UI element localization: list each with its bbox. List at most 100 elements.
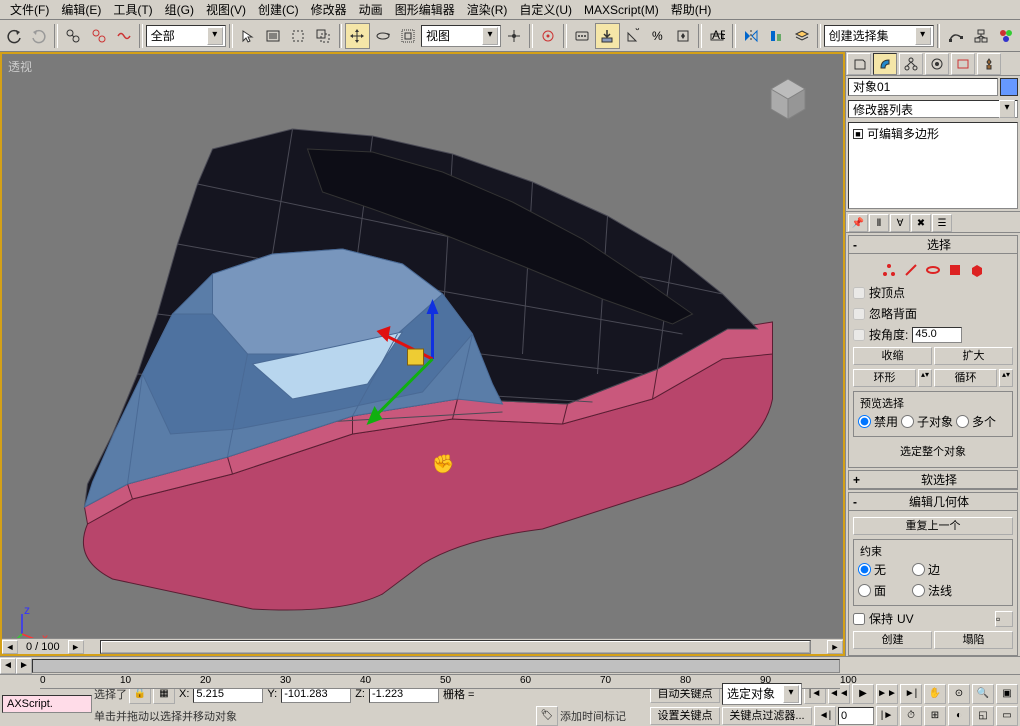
- menu-graph[interactable]: 图形编辑器: [389, 0, 461, 20]
- unlink-button[interactable]: [87, 23, 111, 49]
- display-tab[interactable]: [951, 53, 975, 75]
- menu-create[interactable]: 创建(C): [252, 0, 305, 20]
- border-subobj-icon[interactable]: [925, 262, 941, 278]
- object-color-swatch[interactable]: [1000, 78, 1018, 96]
- remove-modifier-button[interactable]: ✖: [911, 214, 931, 232]
- set-key-button[interactable]: 设置关键点: [650, 707, 720, 725]
- align-button[interactable]: [764, 23, 788, 49]
- create-tab[interactable]: [847, 53, 871, 75]
- nav-pan-button[interactable]: ✋: [924, 684, 946, 704]
- select-move-button[interactable]: [345, 23, 369, 49]
- perspective-viewport[interactable]: 透视: [0, 52, 845, 656]
- constraint-normal-radio[interactable]: [912, 584, 925, 597]
- modify-tab[interactable]: [873, 53, 897, 75]
- time-slider-track[interactable]: [32, 659, 840, 673]
- vertex-subobj-icon[interactable]: [881, 262, 897, 278]
- goto-end-button[interactable]: ►|: [900, 684, 922, 704]
- modifier-list-combo[interactable]: 修改器列表: [848, 100, 1018, 118]
- pin-stack-button[interactable]: 📌: [848, 214, 868, 232]
- hierarchy-tab[interactable]: [899, 53, 923, 75]
- select-scale-button[interactable]: [396, 23, 420, 49]
- edge-subobj-icon[interactable]: [903, 262, 919, 278]
- shrink-button[interactable]: 收缩: [853, 347, 932, 365]
- preview-subobj-radio[interactable]: [901, 415, 914, 428]
- select-rotate-button[interactable]: [371, 23, 395, 49]
- current-frame-input[interactable]: 0: [838, 707, 874, 725]
- preview-multi-radio[interactable]: [956, 415, 969, 428]
- menu-animation[interactable]: 动画: [353, 0, 389, 20]
- menu-tools[interactable]: 工具(T): [107, 0, 158, 20]
- create-button[interactable]: 创建: [853, 631, 932, 649]
- menu-rendering[interactable]: 渲染(R): [461, 0, 514, 20]
- selection-rollout-header[interactable]: -选择: [849, 236, 1017, 254]
- modifier-item-editable-poly[interactable]: ■ 可编辑多边形: [849, 123, 1017, 144]
- nav-fov-button[interactable]: ▣: [996, 684, 1018, 704]
- loop-button[interactable]: 循环: [934, 369, 997, 387]
- material-editor-button[interactable]: [994, 23, 1018, 49]
- polygon-subobj-icon[interactable]: [947, 262, 963, 278]
- menu-file[interactable]: 文件(F): [4, 0, 55, 20]
- make-unique-button[interactable]: ∀: [890, 214, 910, 232]
- time-ruler[interactable]: 0102030405060708090100: [40, 675, 840, 689]
- selection-filter-combo[interactable]: 全部: [146, 25, 226, 47]
- next-key-button[interactable]: |►: [876, 706, 898, 726]
- object-name-field[interactable]: 对象01: [848, 78, 998, 96]
- next-frame-button[interactable]: ►►: [876, 684, 898, 704]
- scroll-left-button[interactable]: ◄: [2, 640, 18, 654]
- scroll-right-button[interactable]: ►: [68, 640, 84, 654]
- menu-maxscript[interactable]: MAXScript(M): [578, 1, 665, 19]
- collapse-button[interactable]: 塌陷: [934, 631, 1013, 649]
- named-selection-button[interactable]: ABC: [705, 23, 729, 49]
- key-target-combo[interactable]: 选定对象: [722, 683, 802, 705]
- nav-zoom-button[interactable]: 🔍: [972, 684, 994, 704]
- preview-disable-radio[interactable]: [858, 415, 871, 428]
- grow-button[interactable]: 扩大: [934, 347, 1013, 365]
- menu-views[interactable]: 视图(V): [200, 0, 252, 20]
- constraint-edge-radio[interactable]: [912, 563, 925, 576]
- named-selection-set-combo[interactable]: 创建选择集: [824, 25, 934, 47]
- utilities-tab[interactable]: [977, 53, 1001, 75]
- coord-system-combo[interactable]: 视图: [421, 25, 501, 47]
- element-subobj-icon[interactable]: [969, 262, 985, 278]
- modifier-stack[interactable]: ■ 可编辑多边形: [848, 122, 1018, 209]
- maxscript-listener[interactable]: AXScript.: [2, 695, 92, 713]
- schematic-view-button[interactable]: [969, 23, 993, 49]
- keyboard-shortcut-button[interactable]: [570, 23, 594, 49]
- undo-button[interactable]: [2, 23, 26, 49]
- percent-snap-button[interactable]: %: [646, 23, 670, 49]
- menu-edit[interactable]: 编辑(E): [55, 0, 107, 20]
- nav-maximize-button[interactable]: ◱: [972, 706, 994, 726]
- snap-toggle-button[interactable]: [595, 23, 619, 49]
- bind-spacewarp-button[interactable]: [112, 23, 136, 49]
- angle-snap-button[interactable]: °: [621, 23, 645, 49]
- nav-arc-button[interactable]: ⊙: [948, 684, 970, 704]
- ignore-backfacing-check[interactable]: [853, 308, 865, 320]
- scroll-right-end-button[interactable]: ►: [827, 640, 843, 654]
- motion-tab[interactable]: [925, 53, 949, 75]
- constraint-none-radio[interactable]: [858, 563, 871, 576]
- use-pivot-button[interactable]: [502, 23, 526, 49]
- by-angle-check[interactable]: [853, 329, 865, 341]
- menu-help[interactable]: 帮助(H): [665, 0, 718, 20]
- select-region-button[interactable]: [286, 23, 310, 49]
- repeat-last-button[interactable]: 重复上一个: [853, 517, 1013, 535]
- viewport-scrollbar[interactable]: ◄ 0 / 100 ► ►: [2, 638, 843, 654]
- key-filters-button[interactable]: 关键点过滤器...: [722, 707, 812, 725]
- select-by-name-button[interactable]: [261, 23, 285, 49]
- edit-geometry-rollout-header[interactable]: -编辑几何体: [849, 493, 1017, 511]
- preserve-uv-check[interactable]: [853, 613, 865, 625]
- mirror-button[interactable]: [739, 23, 763, 49]
- configure-sets-button[interactable]: ☰: [932, 214, 952, 232]
- menu-group[interactable]: 组(G): [159, 0, 200, 20]
- select-object-button[interactable]: [236, 23, 260, 49]
- menu-modifiers[interactable]: 修改器: [305, 0, 353, 20]
- constraint-face-radio[interactable]: [858, 584, 871, 597]
- timeline-prev-button[interactable]: ◄: [0, 658, 16, 674]
- layers-button[interactable]: [790, 23, 814, 49]
- curve-editor-button[interactable]: [943, 23, 967, 49]
- select-manipulate-button[interactable]: [536, 23, 560, 49]
- redo-button[interactable]: [27, 23, 51, 49]
- play-button[interactable]: ▶: [852, 684, 874, 704]
- link-button[interactable]: [61, 23, 85, 49]
- spinner-snap-button[interactable]: [671, 23, 695, 49]
